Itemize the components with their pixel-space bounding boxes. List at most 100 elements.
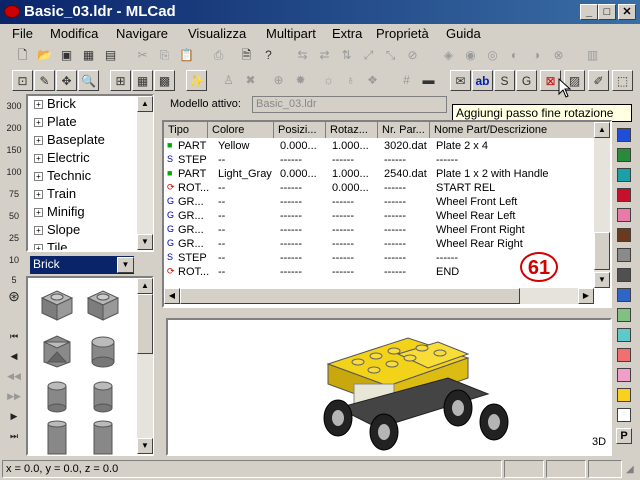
tree-item-baseplate[interactable]: + Baseplate <box>34 132 105 150</box>
part-cylinder-icon[interactable] <box>38 378 76 414</box>
grid-coarse-icon[interactable]: ▩ <box>154 70 175 91</box>
move-right-icon[interactable]: ⇄ <box>314 45 335 66</box>
magnify-icon[interactable]: 🔍 <box>78 70 99 91</box>
help-icon[interactable]: ? <box>258 45 279 66</box>
move-up-icon[interactable]: ⇅ <box>336 45 357 66</box>
add-group-icon[interactable]: G <box>516 70 537 91</box>
print-icon[interactable]: ⎙ <box>208 45 229 66</box>
move-diag-icon[interactable]: ⤢ <box>358 45 379 66</box>
tree-item-train[interactable]: + Train <box>34 186 76 204</box>
color-swatch[interactable] <box>617 208 631 222</box>
color-swatch[interactable] <box>617 368 631 382</box>
resize-grip-icon[interactable]: ◢ <box>626 464 634 475</box>
table-row[interactable]: S STEP -- ------ ------ ------ ------ <box>164 154 596 168</box>
move-tool-icon[interactable]: ✥ <box>56 70 77 91</box>
palette-button[interactable]: P <box>616 428 632 444</box>
scroll-down-icon[interactable]: ▼ <box>594 272 610 288</box>
bomb-icon[interactable]: ✹ <box>290 70 311 91</box>
prev-step-icon[interactable]: ◀ <box>4 352 24 372</box>
tree-item-electric[interactable]: + Electric <box>34 150 90 168</box>
rotate-z-icon[interactable]: ◎ <box>482 45 503 66</box>
menu-visualizza[interactable]: Visualizza <box>188 26 246 41</box>
scroll-up-icon[interactable]: ▲ <box>594 122 610 138</box>
rotate-diag2-icon[interactable]: ◑ <box>526 45 547 66</box>
zoom-75[interactable]: 75 <box>4 190 24 210</box>
properties-icon[interactable]: 🗎 <box>236 45 257 66</box>
tree-item-tile[interactable]: + Tile <box>34 240 67 250</box>
zoom-25[interactable]: 25 <box>4 234 24 254</box>
zoom-150[interactable]: 150 <box>4 146 24 166</box>
table-row[interactable]: ⟳ ROT... -- ------ 0.000... ------ START REL <box>164 182 596 196</box>
zoom-50[interactable]: 50 <box>4 212 24 232</box>
menu-extra[interactable]: Extra <box>332 26 362 41</box>
color-swatch[interactable] <box>617 168 631 182</box>
part-tall-brick-b-icon[interactable] <box>84 420 122 456</box>
zoom-200[interactable]: 200 <box>4 124 24 144</box>
rotate-y-icon[interactable]: ◉ <box>460 45 481 66</box>
tree-item-minifig[interactable]: + Minifig <box>34 204 85 222</box>
minimize-button[interactable]: _ <box>580 4 598 20</box>
table-row[interactable]: G GR... -- ------ ------ ------ Wheel Rear Lef… <box>164 210 596 224</box>
save-as-icon[interactable]: ▦ <box>78 45 99 66</box>
add-step-icon[interactable]: S <box>494 70 515 91</box>
table-row[interactable]: ■ PART Yellow 0.000... 1.000... 3020.dat Plate… <box>164 140 596 154</box>
list-scrollbar-v[interactable]: ▲ ▼ <box>594 122 610 288</box>
table-row[interactable]: G GR... -- ------ ------ ------ Wheel Front Le… <box>164 196 596 210</box>
scroll-down-icon[interactable]: ▼ <box>137 438 153 454</box>
add-text-icon[interactable]: ab <box>472 70 493 91</box>
open-file-icon[interactable]: 📂 <box>34 45 55 66</box>
rewind-icon[interactable]: ◀◀ <box>4 372 24 392</box>
color-swatch[interactable] <box>617 188 631 202</box>
bulb-icon[interactable]: ♁ <box>340 70 361 91</box>
maximize-button[interactable]: □ <box>598 4 616 20</box>
tree-item-technic[interactable]: + Technic <box>34 168 91 186</box>
add-comment-icon[interactable]: ✐ <box>588 70 609 91</box>
table-row[interactable]: G GR... -- ------ ------ ------ Wheel Rear Rig… <box>164 238 596 252</box>
menu-modifica[interactable]: Modifica <box>50 26 98 41</box>
parts-scrollbar[interactable]: ▲ ▼ <box>137 278 153 454</box>
first-step-icon[interactable]: ⏮ <box>4 332 24 352</box>
fast-forward-icon[interactable]: ▶▶ <box>4 392 24 412</box>
save-all-icon[interactable]: ▤ <box>100 45 121 66</box>
part-tall-brick-icon[interactable] <box>38 420 76 456</box>
header-colore[interactable]: Colore <box>208 122 274 138</box>
header-rotazione[interactable]: Rotaz... <box>326 122 378 138</box>
move-diag2-icon[interactable]: ⤡ <box>380 45 401 66</box>
color-swatch[interactable] <box>617 248 631 262</box>
wand-icon[interactable]: ✨ <box>186 70 207 91</box>
zoom-icon[interactable]: ⊡ <box>12 70 33 91</box>
scroll-down-icon[interactable]: ▼ <box>137 234 153 250</box>
zoom-fit-icon[interactable]: ⊛ <box>4 289 24 312</box>
last-step-icon[interactable]: ⏭ <box>4 432 24 452</box>
part-brick-1x1-icon[interactable] <box>38 286 76 322</box>
active-model-field[interactable]: Basic_03.ldr <box>252 96 447 113</box>
part-brick-round-icon[interactable] <box>84 332 122 368</box>
color-swatch[interactable] <box>617 268 631 282</box>
color-swatch[interactable] <box>617 228 631 242</box>
color-swatch[interactable] <box>617 388 631 402</box>
hash-grid-icon[interactable]: # <box>396 70 417 91</box>
next-step-icon[interactable]: ▶ <box>4 412 24 432</box>
scroll-up-icon[interactable]: ▲ <box>137 96 153 112</box>
tree-scrollbar[interactable]: ▲ ▼ <box>137 96 153 250</box>
add-part-icon[interactable]: ✉ <box>450 70 471 91</box>
list-scrollbar-h[interactable]: ◀ ▶ <box>164 288 594 304</box>
part-brick-1x1b-icon[interactable] <box>84 286 122 322</box>
tree-item-brick[interactable]: + Brick <box>34 96 76 114</box>
table-row[interactable]: ■ PART Light_Gray 0.000... 1.000... 2540.dat P… <box>164 168 596 182</box>
display-icon[interactable]: ▬ <box>418 70 439 91</box>
cut-icon[interactable]: ✂ <box>132 45 153 66</box>
color-swatch[interactable] <box>617 308 631 322</box>
tree-item-plate[interactable]: + Plate <box>34 114 77 132</box>
camera-icon[interactable]: ❖ <box>362 70 383 91</box>
menu-proprieta[interactable]: Proprietà <box>376 26 429 41</box>
scroll-up-icon[interactable]: ▲ <box>137 278 153 294</box>
scroll-right-icon[interactable]: ▶ <box>578 288 594 304</box>
table-row[interactable]: G GR... -- ------ ------ ------ Wheel Front Ri… <box>164 224 596 238</box>
color-swatch[interactable] <box>617 128 631 142</box>
grid-fine-icon[interactable]: ▦ <box>132 70 153 91</box>
move-left-icon[interactable]: ⇆ <box>292 45 313 66</box>
header-nr-part[interactable]: Nr. Par... <box>378 122 430 138</box>
edit-icon[interactable]: ✎ <box>34 70 55 91</box>
save-icon[interactable]: ▣ <box>56 45 77 66</box>
